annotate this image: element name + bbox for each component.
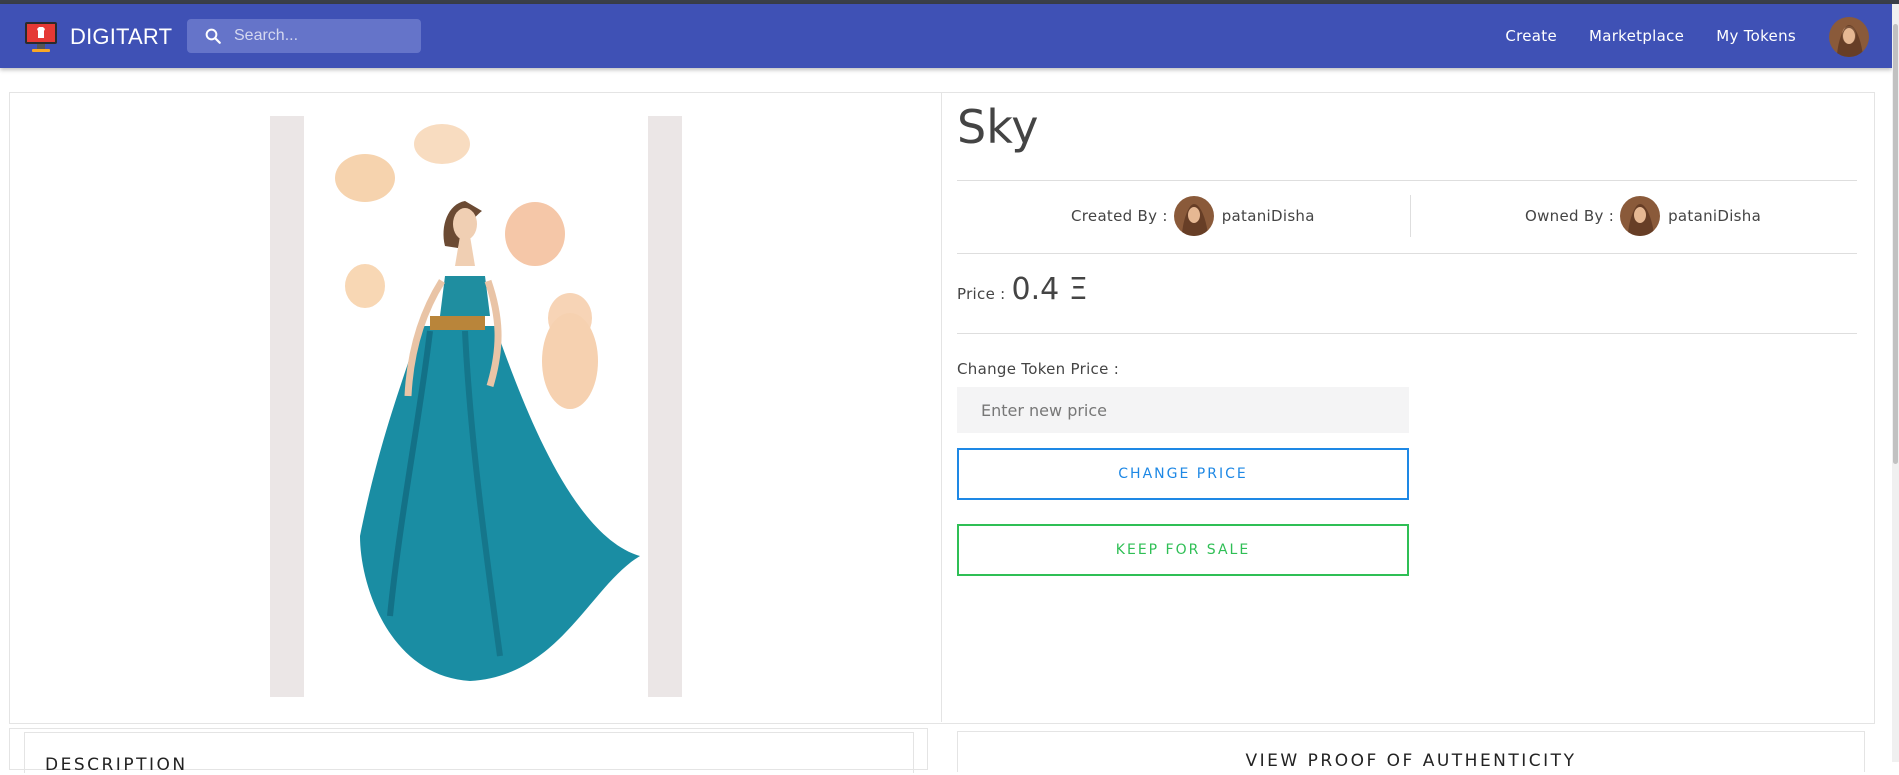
owner-avatar[interactable] [1620,196,1661,236]
description-panel: DESCRIPTION [9,728,928,775]
description-panel-inner: DESCRIPTION [24,732,914,775]
card-divider [941,92,942,722]
price-value: 0.4 Ξ [1011,272,1088,307]
scrollbar-thumb[interactable] [1893,24,1898,464]
token-artwork-image [270,116,682,697]
nav-link-my-tokens[interactable]: My Tokens [1716,27,1796,45]
owner-avatar-image [1620,196,1661,236]
nav-link-create[interactable]: Create [1505,27,1557,45]
nav-links: Create Marketplace My Tokens [1505,4,1796,68]
view-proof-button[interactable]: VIEW PROOF OF AUTHENTICITY [958,751,1864,771]
ownership-divider [957,253,1857,254]
new-price-input[interactable] [957,387,1409,433]
creator-block: Created By : pataniDisha [1071,196,1315,236]
ownership-separator [1410,195,1411,237]
token-title: Sky [957,100,1039,154]
price-row: Price : 0.4 Ξ [957,272,1088,307]
brand[interactable]: DIGITART [24,18,172,56]
owner-block: Owned By : pataniDisha [1525,196,1761,236]
user-avatar-image [1829,17,1869,57]
navbar: DIGITART Create Marketplace My Tokens [0,4,1892,68]
search-input[interactable] [232,26,406,46]
price-divider [957,333,1857,334]
ownership-row: Created By : pataniDisha Owned By : pata… [957,181,1857,253]
creator-name[interactable]: pataniDisha [1222,207,1315,225]
owner-name[interactable]: pataniDisha [1668,207,1761,225]
creator-avatar[interactable] [1173,196,1214,236]
keep-for-sale-button[interactable]: KEEP FOR SALE [957,524,1409,576]
change-price-button[interactable]: CHANGE PRICE [957,448,1409,500]
description-title: DESCRIPTION [45,755,188,775]
owned-by-label: Owned By : [1525,207,1615,225]
nav-link-marketplace[interactable]: Marketplace [1589,27,1684,45]
created-by-label: Created By : [1071,207,1168,225]
search-box[interactable] [187,19,421,53]
brand-name: DIGITART [70,24,173,49]
scrollbar[interactable] [1892,4,1899,762]
proof-panel[interactable]: VIEW PROOF OF AUTHENTICITY [957,731,1865,772]
change-price-label: Change Token Price : [957,360,1120,378]
user-avatar[interactable] [1829,17,1869,57]
monitor-logo-icon [25,22,57,52]
search-icon [205,28,221,44]
price-label: Price : [957,285,1006,303]
creator-avatar-image [1173,196,1214,236]
